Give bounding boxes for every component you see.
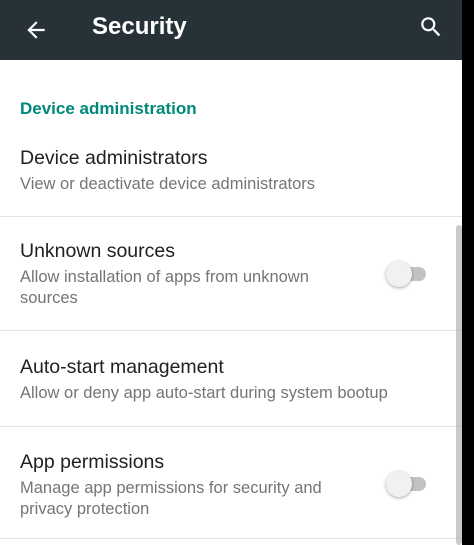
settings-list: Device administration Device administrat… <box>0 60 462 545</box>
pref-device-administrators[interactable]: Device administrators View or deactivate… <box>0 140 462 216</box>
category-header-device-administration: Device administration <box>20 99 197 118</box>
search-icon <box>421 17 441 37</box>
divider <box>0 426 462 427</box>
pref-title: App permissions <box>20 451 165 473</box>
screen-edge <box>462 0 474 545</box>
app-permissions-toggle[interactable] <box>386 469 430 499</box>
page-title: Security <box>92 13 187 40</box>
unknown-sources-toggle[interactable] <box>386 259 430 289</box>
pref-auto-start-management[interactable]: Auto-start management Allow or deny app … <box>0 350 462 426</box>
security-settings-screen: Security Device administration Device ad… <box>0 0 462 545</box>
toggle-thumb <box>386 261 412 287</box>
back-button[interactable] <box>20 14 52 46</box>
pref-summary: View or deactivate device administrators <box>20 175 316 193</box>
divider <box>0 538 462 539</box>
pref-title: Device administrators <box>20 147 208 169</box>
pref-title: Auto-start management <box>20 356 224 378</box>
pref-summary: Manage app permissions for security and … <box>20 479 322 518</box>
divider <box>0 216 462 217</box>
arrow-back-icon <box>27 21 45 39</box>
toggle-thumb <box>386 471 412 497</box>
pref-title: Unknown sources <box>20 240 175 262</box>
pref-summary: Allow or deny app auto-start during syst… <box>20 384 388 402</box>
divider <box>0 330 462 331</box>
search-button[interactable] <box>414 10 448 44</box>
pref-summary: Allow installation of apps from unknown … <box>20 268 309 307</box>
top-app-bar: Security <box>0 0 462 60</box>
